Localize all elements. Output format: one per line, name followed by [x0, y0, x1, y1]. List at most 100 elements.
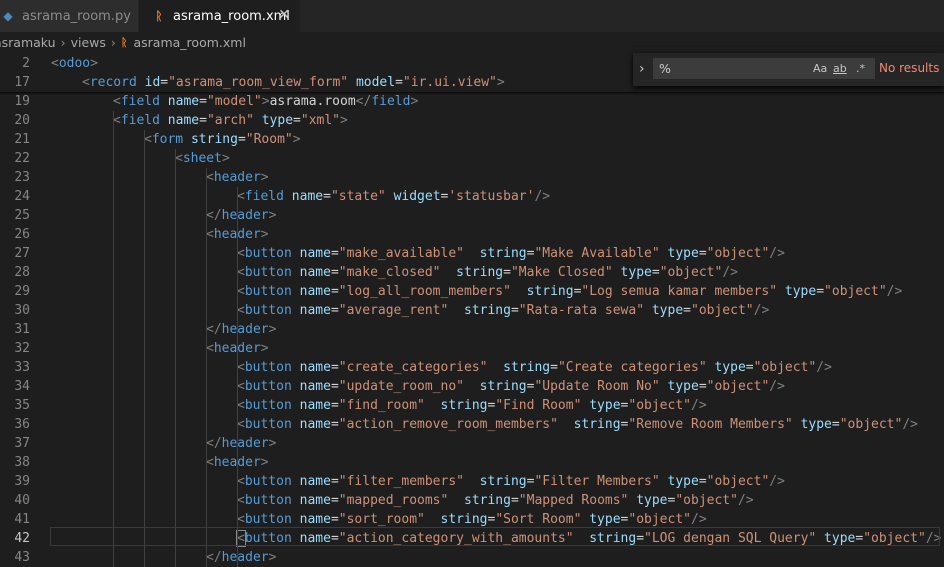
line-number: 37 — [14, 436, 30, 451]
code-token: name — [299, 474, 331, 489]
code-line[interactable]: 23 <header> — [0, 168, 944, 187]
current-line-highlight — [50, 527, 940, 546]
code-line[interactable]: 21 <form string="Room"> — [0, 130, 944, 149]
code-editor[interactable]: 2 <odoo> 17 <record id="asrama_room_view_fo… — [0, 53, 944, 567]
whole-word-toggle[interactable]: ab — [833, 58, 847, 79]
code-text: <odoo> — [51, 54, 98, 73]
code-line[interactable]: 38<header> — [0, 453, 944, 472]
code-token: "asrama_room_view_form" — [168, 75, 349, 90]
code-token: /> — [534, 189, 551, 204]
code-token: "log_all_room_members" — [338, 284, 511, 299]
code-token: /> — [816, 360, 832, 375]
breadcrumb-item-folder[interactable]: asramaku — [0, 35, 56, 50]
code-line[interactable]: 34 <button name="update_room_no" string="… — [0, 377, 944, 396]
code-token: button — [244, 379, 292, 394]
code-token: = — [199, 113, 207, 128]
tab-asrama-room-xml[interactable]: ᚱ asrama_room.xml ✕ — [139, 0, 300, 32]
code-token: string — [456, 265, 504, 280]
code-line[interactable]: 30 <button name="average_rent" string="Ra… — [0, 301, 944, 320]
code-token: name — [167, 113, 200, 128]
close-icon[interactable]: ✕ — [278, 7, 290, 23]
code-token: = — [160, 75, 169, 90]
regex-toggle[interactable]: .* — [856, 58, 865, 79]
code-token: "mapped_rooms" — [338, 493, 449, 508]
code-text: <button name="filter_members" string="Fi… — [237, 472, 785, 491]
code-token: /> — [691, 512, 707, 527]
code-line[interactable]: 22 <sheet> — [0, 149, 944, 168]
code-token: > — [260, 341, 269, 356]
code-line[interactable]: 20 <field name="arch" type="xml"> — [0, 111, 944, 130]
match-case-toggle[interactable]: Aa — [813, 58, 827, 79]
code-token: button — [244, 246, 292, 261]
code-token: "Find Room" — [495, 398, 582, 413]
code-token: > — [292, 132, 301, 147]
code-token: type — [784, 284, 817, 299]
code-line[interactable]: 35 <button name="find_room" string="Find … — [0, 396, 944, 415]
code-text: <button name="update_room_no" string="Up… — [237, 377, 785, 396]
code-token: > — [260, 455, 269, 470]
code-token: = — [330, 379, 339, 394]
code-token: field — [371, 94, 411, 109]
code-token: "Remove Room Members" — [628, 417, 793, 432]
code-text: </header> — [206, 206, 276, 225]
code-line[interactable]: 43 </header> — [0, 548, 944, 567]
indent-guide — [144, 130, 145, 567]
code-token: button — [244, 493, 292, 508]
tab-asrama-room-py[interactable]: ◆ asrama_room.py — [0, 0, 138, 32]
line-number: 34 — [14, 379, 30, 394]
code-line[interactable]: 39 <button name="filter_members" string="… — [0, 472, 944, 491]
tab-label: asrama_room.py — [22, 8, 131, 24]
code-line[interactable]: 32<header> — [0, 339, 944, 358]
code-token: "Rata-rata sewa" — [518, 303, 645, 318]
code-token: field — [244, 189, 284, 204]
code-line[interactable]: 27 <button name="make_available" string="… — [0, 244, 944, 263]
code-line[interactable]: 40 <button name="mapped_rooms" string="Ma… — [0, 491, 944, 510]
code-line[interactable]: 31 </header> — [0, 320, 944, 339]
code-token: = — [745, 360, 754, 375]
find-widget: › % Aa ab .* No results — [633, 53, 944, 86]
code-token: > — [221, 151, 230, 166]
code-token: "object" — [659, 265, 723, 280]
line-number: 17 — [14, 75, 30, 90]
code-token: name — [299, 246, 331, 261]
code-token: "make_available" — [338, 246, 464, 261]
code-token: "Mapped Rooms" — [518, 493, 629, 508]
indent-guide — [113, 111, 114, 567]
code-token: < — [237, 474, 245, 489]
line-number: 20 — [14, 113, 30, 128]
code-line[interactable]: 26<header> — [0, 225, 944, 244]
code-token: < — [113, 113, 121, 128]
code-token: > — [260, 227, 269, 242]
code-token: name — [167, 94, 200, 109]
code-token: sheet — [182, 151, 222, 166]
code-token: "object" — [628, 398, 691, 413]
code-line[interactable]: 25 </header> — [0, 206, 944, 225]
code-token: = — [330, 512, 339, 527]
code-line[interactable]: 33 <button name="create_categories" strin… — [0, 358, 944, 377]
tab-bar: ◆ asrama_room.py ᚱ asrama_room.xml ✕ — [0, 0, 944, 32]
sticky-scroll-shadow — [0, 92, 944, 95]
code-line[interactable]: 28 <button name="make_closed" string="Mak… — [0, 263, 944, 282]
chevron-right-icon: › — [60, 35, 66, 50]
code-line[interactable]: 24 <field name="state" widget='statusbar'… — [0, 187, 944, 206]
code-line[interactable]: 29 <button name="log_all_room_members" st… — [0, 282, 944, 301]
code-token: type — [667, 474, 699, 489]
breadcrumb-item-file[interactable]: asrama_room.xml — [134, 35, 246, 50]
code-token: "make_closed" — [338, 265, 441, 280]
code-token: < — [237, 246, 245, 261]
code-token: button — [244, 512, 292, 527]
line-number: 30 — [14, 303, 30, 318]
breadcrumb-item-views[interactable]: views — [71, 35, 106, 50]
chevron-right-icon[interactable]: › — [639, 61, 645, 77]
code-line[interactable]: 36 <button name="action_remove_room_membe… — [0, 415, 944, 434]
code-line[interactable]: 37 </header> — [0, 434, 944, 453]
